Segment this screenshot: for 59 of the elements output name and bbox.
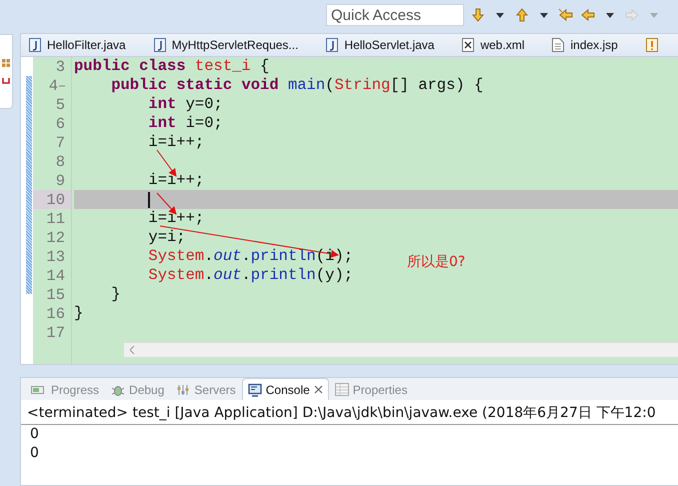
annotation-text: 所以是0? <box>407 253 466 271</box>
java-file-icon <box>326 38 338 52</box>
line-number: 4 <box>33 76 71 95</box>
code-text: y=i; <box>148 229 186 246</box>
line-number: 15 <box>45 285 66 304</box>
code-text: i=i++; <box>148 172 204 189</box>
marker-icon[interactable] <box>2 77 10 85</box>
line-number: 8 <box>54 152 66 171</box>
line-number: 5 <box>54 95 66 114</box>
editor-tab[interactable]: MyHttpServletReques... <box>146 34 318 56</box>
scroll-left-icon[interactable] <box>130 346 135 354</box>
line-number: 7 <box>54 133 66 152</box>
servers-icon <box>176 382 190 396</box>
line-number: 17 <box>45 323 66 342</box>
line-number: 16 <box>45 304 66 323</box>
grid-icon[interactable] <box>2 59 10 67</box>
up-arrow-icon[interactable] <box>514 7 530 23</box>
quick-access-field[interactable]: Quick Access <box>326 4 464 26</box>
line-number: 12 <box>45 228 66 247</box>
console-output: 0 <box>29 444 40 463</box>
line-number: 6 <box>54 114 66 133</box>
xml-file-icon <box>462 38 474 52</box>
code-text: int y=0; <box>148 96 223 113</box>
code-text: public static void main(String[] args) { <box>111 77 484 94</box>
code-text: } <box>74 305 84 322</box>
back-arrow-icon[interactable] <box>580 7 596 23</box>
down-arrow-icon[interactable] <box>470 7 486 23</box>
editor-tab[interactable]: HelloServlet.java <box>318 34 454 56</box>
console-header: <terminated> test_i [Java Application] D:\Java\jdk\bin\javaw.exe (2018年6月27日 下午12:0 <box>21 400 678 425</box>
progress-icon <box>31 384 47 396</box>
back-edit-icon[interactable] <box>558 7 574 23</box>
monitor-icon <box>248 382 262 396</box>
line-number: 13 <box>45 247 66 266</box>
collapse-icon[interactable] <box>59 82 65 88</box>
java-file-icon <box>154 38 166 52</box>
code-text: i=i++; <box>148 210 204 227</box>
editor-tab[interactable]: HelloFilter.java <box>21 34 146 56</box>
line-number: 9 <box>54 171 66 190</box>
horizontal-scrollbar[interactable] <box>124 342 678 357</box>
code-text: } <box>111 286 121 303</box>
editor-tab[interactable]: index.jsp <box>544 34 638 56</box>
code-text: System.out.println(i); <box>148 248 354 265</box>
text-cursor <box>148 192 150 208</box>
line-number: 11 <box>45 209 66 228</box>
code-text: int i=0; <box>148 115 223 132</box>
console-output: 0 <box>29 425 40 444</box>
warning-file-icon <box>646 38 658 52</box>
editor-tab[interactable]: web.xml <box>454 34 544 56</box>
line-number: 10 <box>33 190 71 209</box>
java-file-icon <box>29 38 41 52</box>
code-text: i=i++; <box>148 134 204 151</box>
line-number: 14 <box>45 266 66 285</box>
line-number: 3 <box>54 57 66 76</box>
view-tab[interactable]: Console <box>242 378 329 400</box>
document-icon <box>552 38 564 52</box>
table-icon <box>334 383 349 396</box>
code-text: System.out.println(y); <box>148 267 354 284</box>
close-icon[interactable] <box>314 385 323 394</box>
code-text: public class test_i { <box>74 58 270 75</box>
